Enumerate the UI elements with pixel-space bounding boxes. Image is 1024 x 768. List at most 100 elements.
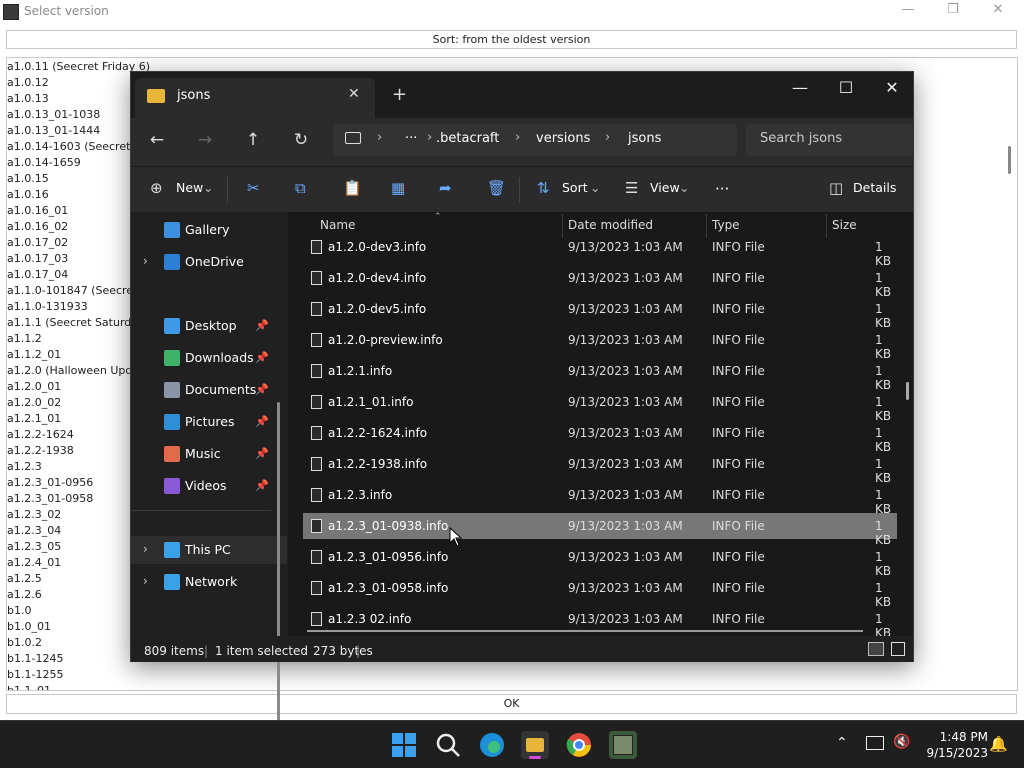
search-box[interactable]: Search jsons <box>746 124 914 156</box>
chevron-down-icon[interactable]: ⌄ <box>203 180 213 195</box>
file-row[interactable]: a1.2.3 02.info 9/13/2023 1:03 AM INFO File… <box>303 606 897 640</box>
delete-icon[interactable]: 🗑 <box>487 179 506 197</box>
chevron-down-icon[interactable]: ⌄ <box>590 180 600 195</box>
breadcrumb-betacraft[interactable]: .betacraft <box>436 131 499 146</box>
file-explorer-icon[interactable] <box>521 731 549 759</box>
betacraft-launcher-icon[interactable] <box>609 731 637 759</box>
new-plus-icon[interactable]: ⊕ <box>150 179 163 197</box>
pin-icon[interactable]: 📌 <box>255 447 269 460</box>
breadcrumb-versions[interactable]: versions <box>536 131 590 146</box>
forward-arrow-icon[interactable]: → <box>193 130 217 150</box>
copy-icon[interactable]: ⧉ <box>295 179 306 197</box>
system-clock[interactable]: 1:48 PM 9/15/2023 <box>912 729 988 761</box>
restore-icon[interactable]: ❐ <box>938 2 968 17</box>
nav-item-network[interactable]: › Network <box>131 568 287 596</box>
ok-button[interactable]: OK <box>6 694 1017 714</box>
file-date: 9/13/2023 1:03 AM <box>568 302 683 316</box>
chevron-right-icon[interactable]: › <box>143 542 148 556</box>
volume-muted-icon[interactable]: 🔇 <box>893 734 910 750</box>
pin-icon[interactable]: 📌 <box>255 351 269 364</box>
nav-item-pictures[interactable]: Pictures 📌 <box>131 408 287 436</box>
file-date: 9/13/2023 1:03 AM <box>568 550 683 564</box>
paste-icon[interactable]: 📋 <box>343 179 362 197</box>
minimize-icon[interactable]: — <box>777 78 823 97</box>
search-icon[interactable] <box>434 731 462 759</box>
file-type: INFO File <box>712 457 765 471</box>
column-header-date[interactable]: Date modified <box>568 218 653 232</box>
nav-item-onedrive[interactable]: › OneDrive <box>131 248 287 276</box>
cut-icon[interactable]: ✂ <box>247 179 260 197</box>
version-list-item[interactable]: b1.1-1255 <box>7 667 1017 683</box>
pin-icon[interactable]: 📌 <box>255 319 269 332</box>
nav-item-videos[interactable]: Videos 📌 <box>131 472 287 500</box>
network-status-icon[interactable] <box>866 736 884 750</box>
close-icon[interactable]: ✕ <box>983 2 1013 17</box>
details-button[interactable]: Details <box>853 180 896 195</box>
column-header-size[interactable]: Size <box>832 218 857 232</box>
file-list-scrollbar[interactable] <box>906 382 909 400</box>
file-row[interactable]: a1.2.3_01-0958.info 9/13/2023 1:03 AM INFO… <box>303 575 897 609</box>
tiles-view-icon[interactable] <box>891 642 905 656</box>
file-row[interactable]: a1.2.1.info 9/13/2023 1:03 AM INFO File 1 K… <box>303 358 897 392</box>
rename-icon[interactable]: ▦ <box>391 179 405 197</box>
view-button[interactable]: View <box>650 180 680 195</box>
minimize-icon[interactable]: — <box>893 2 923 17</box>
start-windows-icon[interactable] <box>390 731 418 759</box>
file-row[interactable]: a1.2.0-dev5.info 9/13/2023 1:03 AM INFO Fi… <box>303 296 897 330</box>
breadcrumb-more[interactable]: ··· <box>405 131 417 146</box>
nav-item-gallery[interactable]: Gallery <box>131 216 287 244</box>
back-arrow-icon[interactable]: ← <box>145 130 169 150</box>
pin-icon[interactable]: 📌 <box>255 383 269 396</box>
more-options-icon[interactable]: ··· <box>715 180 729 198</box>
version-list-scrollbar[interactable] <box>1008 146 1011 174</box>
nav-item-desktop[interactable]: Desktop 📌 <box>131 312 287 340</box>
details-pane-icon[interactable]: ◫ <box>829 179 843 197</box>
sort-order-button[interactable]: Sort: from the oldest version <box>6 30 1017 49</box>
nav-item-this-pc[interactable]: › This PC <box>131 536 287 564</box>
up-arrow-icon[interactable]: ↑ <box>241 130 265 150</box>
background-title-bar: Select version — ❐ ✕ <box>0 0 1024 24</box>
horizontal-scrollbar[interactable] <box>307 630 863 632</box>
chevron-right-icon[interactable]: › <box>143 254 148 268</box>
nav-item-music[interactable]: Music 📌 <box>131 440 287 468</box>
chevron-down-icon[interactable]: ⌄ <box>679 180 689 195</box>
file-row[interactable]: a1.2.1_01.info 9/13/2023 1:03 AM INFO File… <box>303 389 897 423</box>
file-row[interactable]: a1.2.2-1938.info 9/13/2023 1:03 AM INFO Fi… <box>303 451 897 485</box>
version-list-item[interactable]: b1.1_01 <box>7 683 1017 690</box>
column-header-type[interactable]: Type <box>712 218 740 232</box>
breadcrumb[interactable]: › ··· › .betacraft › versions › jsons <box>333 124 737 156</box>
file-row[interactable]: a1.2.0-dev4.info 9/13/2023 1:03 AM INFO Fi… <box>303 265 897 299</box>
nav-item-downloads[interactable]: Downloads 📌 <box>131 344 287 372</box>
sort-button[interactable]: Sort <box>562 180 588 195</box>
file-row[interactable]: a1.2.0-dev3.info 9/13/2023 1:03 AM INFO Fi… <box>303 234 897 268</box>
file-icon <box>311 426 322 440</box>
computer-icon[interactable] <box>345 132 361 144</box>
pin-icon[interactable]: 📌 <box>255 479 269 492</box>
file-row[interactable]: a1.2.3_01-0956.info 9/13/2023 1:03 AM INFO… <box>303 544 897 578</box>
share-icon[interactable]: ➦ <box>439 179 452 197</box>
notification-bell-icon[interactable]: 🔔 <box>989 735 1008 753</box>
refresh-icon[interactable]: ↻ <box>289 130 313 150</box>
sort-icon[interactable]: ⇅ <box>537 179 550 197</box>
nav-item-documents[interactable]: Documents 📌 <box>131 376 287 404</box>
file-row[interactable]: a1.2.3_01-0938.info 9/13/2023 1:03 AM INFO… <box>303 513 897 547</box>
view-icon[interactable]: ☰ <box>625 179 638 197</box>
nav-pane-scrollbar[interactable] <box>277 402 280 762</box>
chevron-up-icon[interactable]: ⌃ <box>836 735 848 751</box>
maximize-icon[interactable]: ☐ <box>823 78 869 97</box>
file-row[interactable]: a1.2.2-1624.info 9/13/2023 1:03 AM INFO Fi… <box>303 420 897 454</box>
close-window-icon[interactable]: ✕ <box>869 78 915 97</box>
close-tab-icon[interactable]: ✕ <box>348 86 360 102</box>
file-row[interactable]: a1.2.3.info 9/13/2023 1:03 AM INFO File 1 K… <box>303 482 897 516</box>
file-row[interactable]: a1.2.0-preview.info 9/13/2023 1:03 AM INFO… <box>303 327 897 361</box>
new-button[interactable]: New <box>176 180 203 195</box>
chevron-right-icon[interactable]: › <box>143 574 148 588</box>
new-tab-icon[interactable]: + <box>392 84 407 105</box>
chrome-icon[interactable] <box>565 731 593 759</box>
breadcrumb-jsons[interactable]: jsons <box>628 131 661 146</box>
tab-jsons[interactable]: jsons ✕ <box>135 78 375 118</box>
details-view-icon[interactable] <box>868 642 884 656</box>
edge-browser-icon[interactable] <box>478 731 506 759</box>
column-header-name[interactable]: Name <box>320 218 355 232</box>
pin-icon[interactable]: 📌 <box>255 415 269 428</box>
